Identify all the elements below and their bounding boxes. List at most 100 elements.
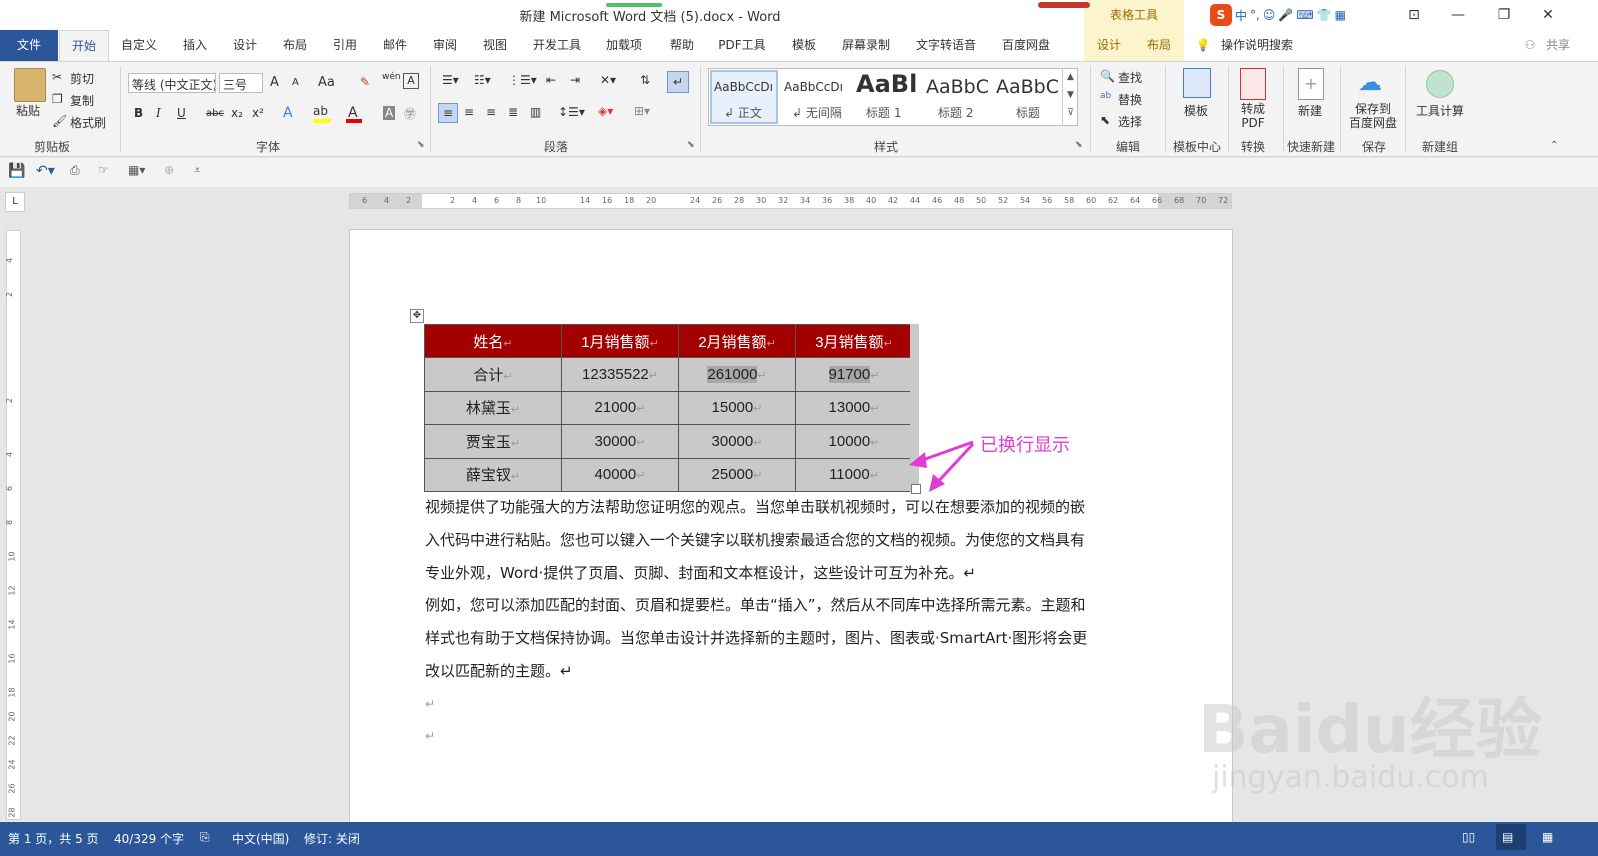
show-marks-icon[interactable]: ↵ (667, 71, 689, 93)
keyboard-icon[interactable]: ⌨ (1296, 8, 1313, 22)
style-nospacing-preview[interactable]: AaBbCcDı (784, 80, 846, 94)
enclose-char-icon[interactable]: ㊫ (404, 105, 416, 122)
style-title-name[interactable]: 标题 (1016, 104, 1040, 121)
justify-icon[interactable]: ≣ (508, 105, 518, 119)
line-spacing-icon[interactable]: ↕☰▾ (558, 105, 585, 119)
tab-review[interactable]: 审阅 (422, 30, 468, 61)
new-doc-icon[interactable]: + (1298, 68, 1324, 100)
tab-addins[interactable]: 加载项 (596, 30, 652, 61)
language-status[interactable]: 中文(中国) (232, 830, 289, 847)
superscript-button[interactable]: x² (252, 106, 264, 120)
body-line[interactable]: 专业外观，Word·提供了页眉、页脚、封面和文本框设计，这些设计可互为补充。↵ (425, 557, 976, 590)
tab-table-design[interactable]: 设计 (1084, 30, 1134, 61)
tab-references[interactable]: 引用 (322, 30, 368, 61)
align-right-icon[interactable]: ≡ (486, 105, 496, 119)
table-cell[interactable]: 30000↵ (678, 424, 796, 459)
tab-screen-record[interactable]: 屏幕录制 (834, 30, 898, 61)
styles-launcher-icon[interactable]: ⬊ (1075, 140, 1083, 150)
cut-button[interactable]: 剪切 (70, 70, 94, 87)
table-cell[interactable]: 21000↵ (561, 390, 679, 425)
table-cell[interactable]: 15000↵ (678, 390, 796, 425)
replace-button[interactable]: 替换 (1118, 91, 1142, 108)
style-normal-name[interactable]: ↲ 正文 (724, 104, 762, 121)
table-cell[interactable]: 261000↵ (678, 357, 796, 392)
tell-me-search[interactable]: 操作说明搜索 (1212, 30, 1302, 61)
style-normal-preview[interactable]: AaBbCcDı (714, 80, 774, 94)
skin-icon[interactable]: 👕 (1317, 8, 1332, 22)
empty-paragraph-mark[interactable]: ↵ (425, 688, 435, 721)
header-jan[interactable]: 1月销售额↵ (561, 324, 679, 358)
table-cell[interactable]: 13000↵ (795, 390, 913, 425)
body-line[interactable]: 样式也有助于文档保持协调。当您单击设计并选择新的主题时，图片、图表或·Smart… (425, 622, 1087, 655)
style-h1-preview[interactable]: AaBl (856, 70, 916, 98)
tool-calc-button[interactable]: 工具计算 (1416, 102, 1464, 119)
empty-paragraph-mark[interactable]: ↵ (425, 720, 435, 753)
tab-design[interactable]: 设计 (222, 30, 268, 61)
style-h2-preview[interactable]: AaBbC (926, 76, 990, 98)
sogou-logo-icon[interactable]: S (1210, 4, 1232, 26)
table-cell[interactable]: 10000↵ (795, 424, 913, 459)
bold-button[interactable]: B (134, 106, 143, 120)
align-left-icon[interactable]: ≡ (438, 103, 458, 123)
distributed-icon[interactable]: ▥ (530, 105, 541, 119)
template-icon[interactable] (1183, 68, 1211, 98)
header-mar[interactable]: 3月销售额↵ (795, 324, 913, 358)
brush-icon[interactable]: 🖌 (52, 114, 67, 128)
ime-toolbar[interactable]: S 中 °, ☺ 🎤 ⌨ 👕 ▦ (1210, 3, 1406, 27)
body-line[interactable]: 视频提供了功能强大的方法帮助您证明您的观点。当您单击联机视频时，可以在想要添加的… (425, 491, 1085, 524)
save-to-pan-button[interactable]: 保存到 百度网盘 (1349, 102, 1397, 130)
print-preview-icon[interactable]: ⎙ (70, 163, 80, 178)
tab-table-layout[interactable]: 布局 (1134, 30, 1184, 61)
web-layout-icon[interactable]: ▦ (1542, 830, 1553, 844)
tab-selector-icon[interactable]: L (5, 192, 25, 212)
style-h2-name[interactable]: 标题 2 (938, 104, 973, 121)
tab-templates[interactable]: 模板 (782, 30, 826, 61)
decrease-indent-icon[interactable]: ⇤ (546, 73, 556, 87)
grid-icon[interactable]: ▦ (1335, 8, 1346, 22)
pdf-icon[interactable] (1240, 68, 1266, 100)
tab-baidu-pan[interactable]: 百度网盘 (994, 30, 1058, 61)
emoji-icon[interactable]: ☺ (1263, 8, 1276, 22)
paste-button[interactable]: 粘贴 (16, 102, 40, 119)
grow-font-button[interactable]: A (270, 75, 279, 90)
format-painter-button[interactable]: 格式刷 (70, 114, 106, 131)
tab-mailings[interactable]: 邮件 (372, 30, 418, 61)
font-size-select[interactable]: 三号 (219, 73, 263, 93)
tab-developer[interactable]: 开发工具 (526, 30, 588, 61)
char-shading-icon[interactable]: A (383, 106, 396, 120)
print-layout-icon[interactable]: ▤ (1502, 830, 1513, 844)
chinese-layout-icon[interactable]: ✕▾ (600, 73, 616, 87)
calculator-icon[interactable] (1426, 70, 1454, 98)
find-icon[interactable]: 🔍 (1100, 69, 1115, 83)
tab-file[interactable]: 文件 (0, 30, 58, 61)
horizontal-ruler[interactable] (349, 193, 1232, 209)
select-button[interactable]: 选择 (1118, 113, 1142, 130)
customize-qat-icon[interactable]: ⩡ (194, 163, 201, 178)
convert-pdf-button[interactable]: 转成 PDF (1241, 102, 1265, 130)
paste-icon[interactable] (14, 68, 46, 102)
font-launcher-icon[interactable]: ⬊ (417, 140, 425, 150)
tab-pdf-tools[interactable]: PDF工具 (710, 30, 774, 61)
underline-button[interactable]: U (177, 106, 186, 120)
multilevel-list-icon[interactable]: ⋮☰▾ (508, 73, 537, 87)
scissors-icon[interactable]: ✂ (52, 70, 62, 84)
find-button[interactable]: 查找 (1118, 69, 1142, 86)
tab-layout[interactable]: 布局 (272, 30, 318, 61)
share-button[interactable]: 共享 (1538, 30, 1578, 61)
table-cell[interactable]: 贾宝玉↵ (424, 424, 562, 459)
read-mode-icon[interactable]: ▯▯ (1462, 830, 1475, 844)
save-icon[interactable]: 💾 (8, 163, 25, 179)
select-icon[interactable]: ⬉ (1100, 113, 1110, 127)
header-name[interactable]: 姓名↵ (424, 324, 562, 358)
phonetic-guide-button[interactable]: wén (382, 72, 401, 82)
table-move-handle-icon[interactable]: ✥ (410, 309, 424, 323)
increase-indent-icon[interactable]: ⇥ (570, 73, 580, 87)
page-count[interactable]: 第 1 页，共 5 页 (8, 830, 99, 847)
strikethrough-button[interactable]: abc (206, 108, 224, 119)
proofing-icon[interactable]: ⎘ (200, 830, 210, 845)
close-icon[interactable]: ✕ (1534, 4, 1562, 26)
change-case-button[interactable]: Aa (318, 75, 335, 90)
numbering-icon[interactable]: ☷▾ (474, 73, 491, 87)
copy-button[interactable]: 复制 (70, 92, 94, 109)
tab-view[interactable]: 视图 (472, 30, 518, 61)
